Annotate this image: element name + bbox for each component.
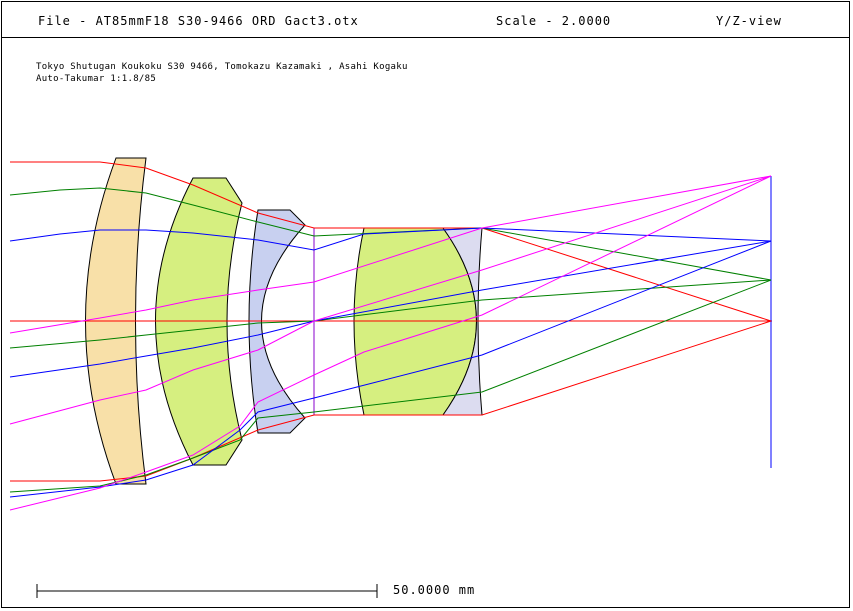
scale-bar: [36, 584, 378, 598]
lens-diagram: [9, 157, 772, 598]
scale-bar-label: 50.0000 mm: [393, 583, 476, 597]
